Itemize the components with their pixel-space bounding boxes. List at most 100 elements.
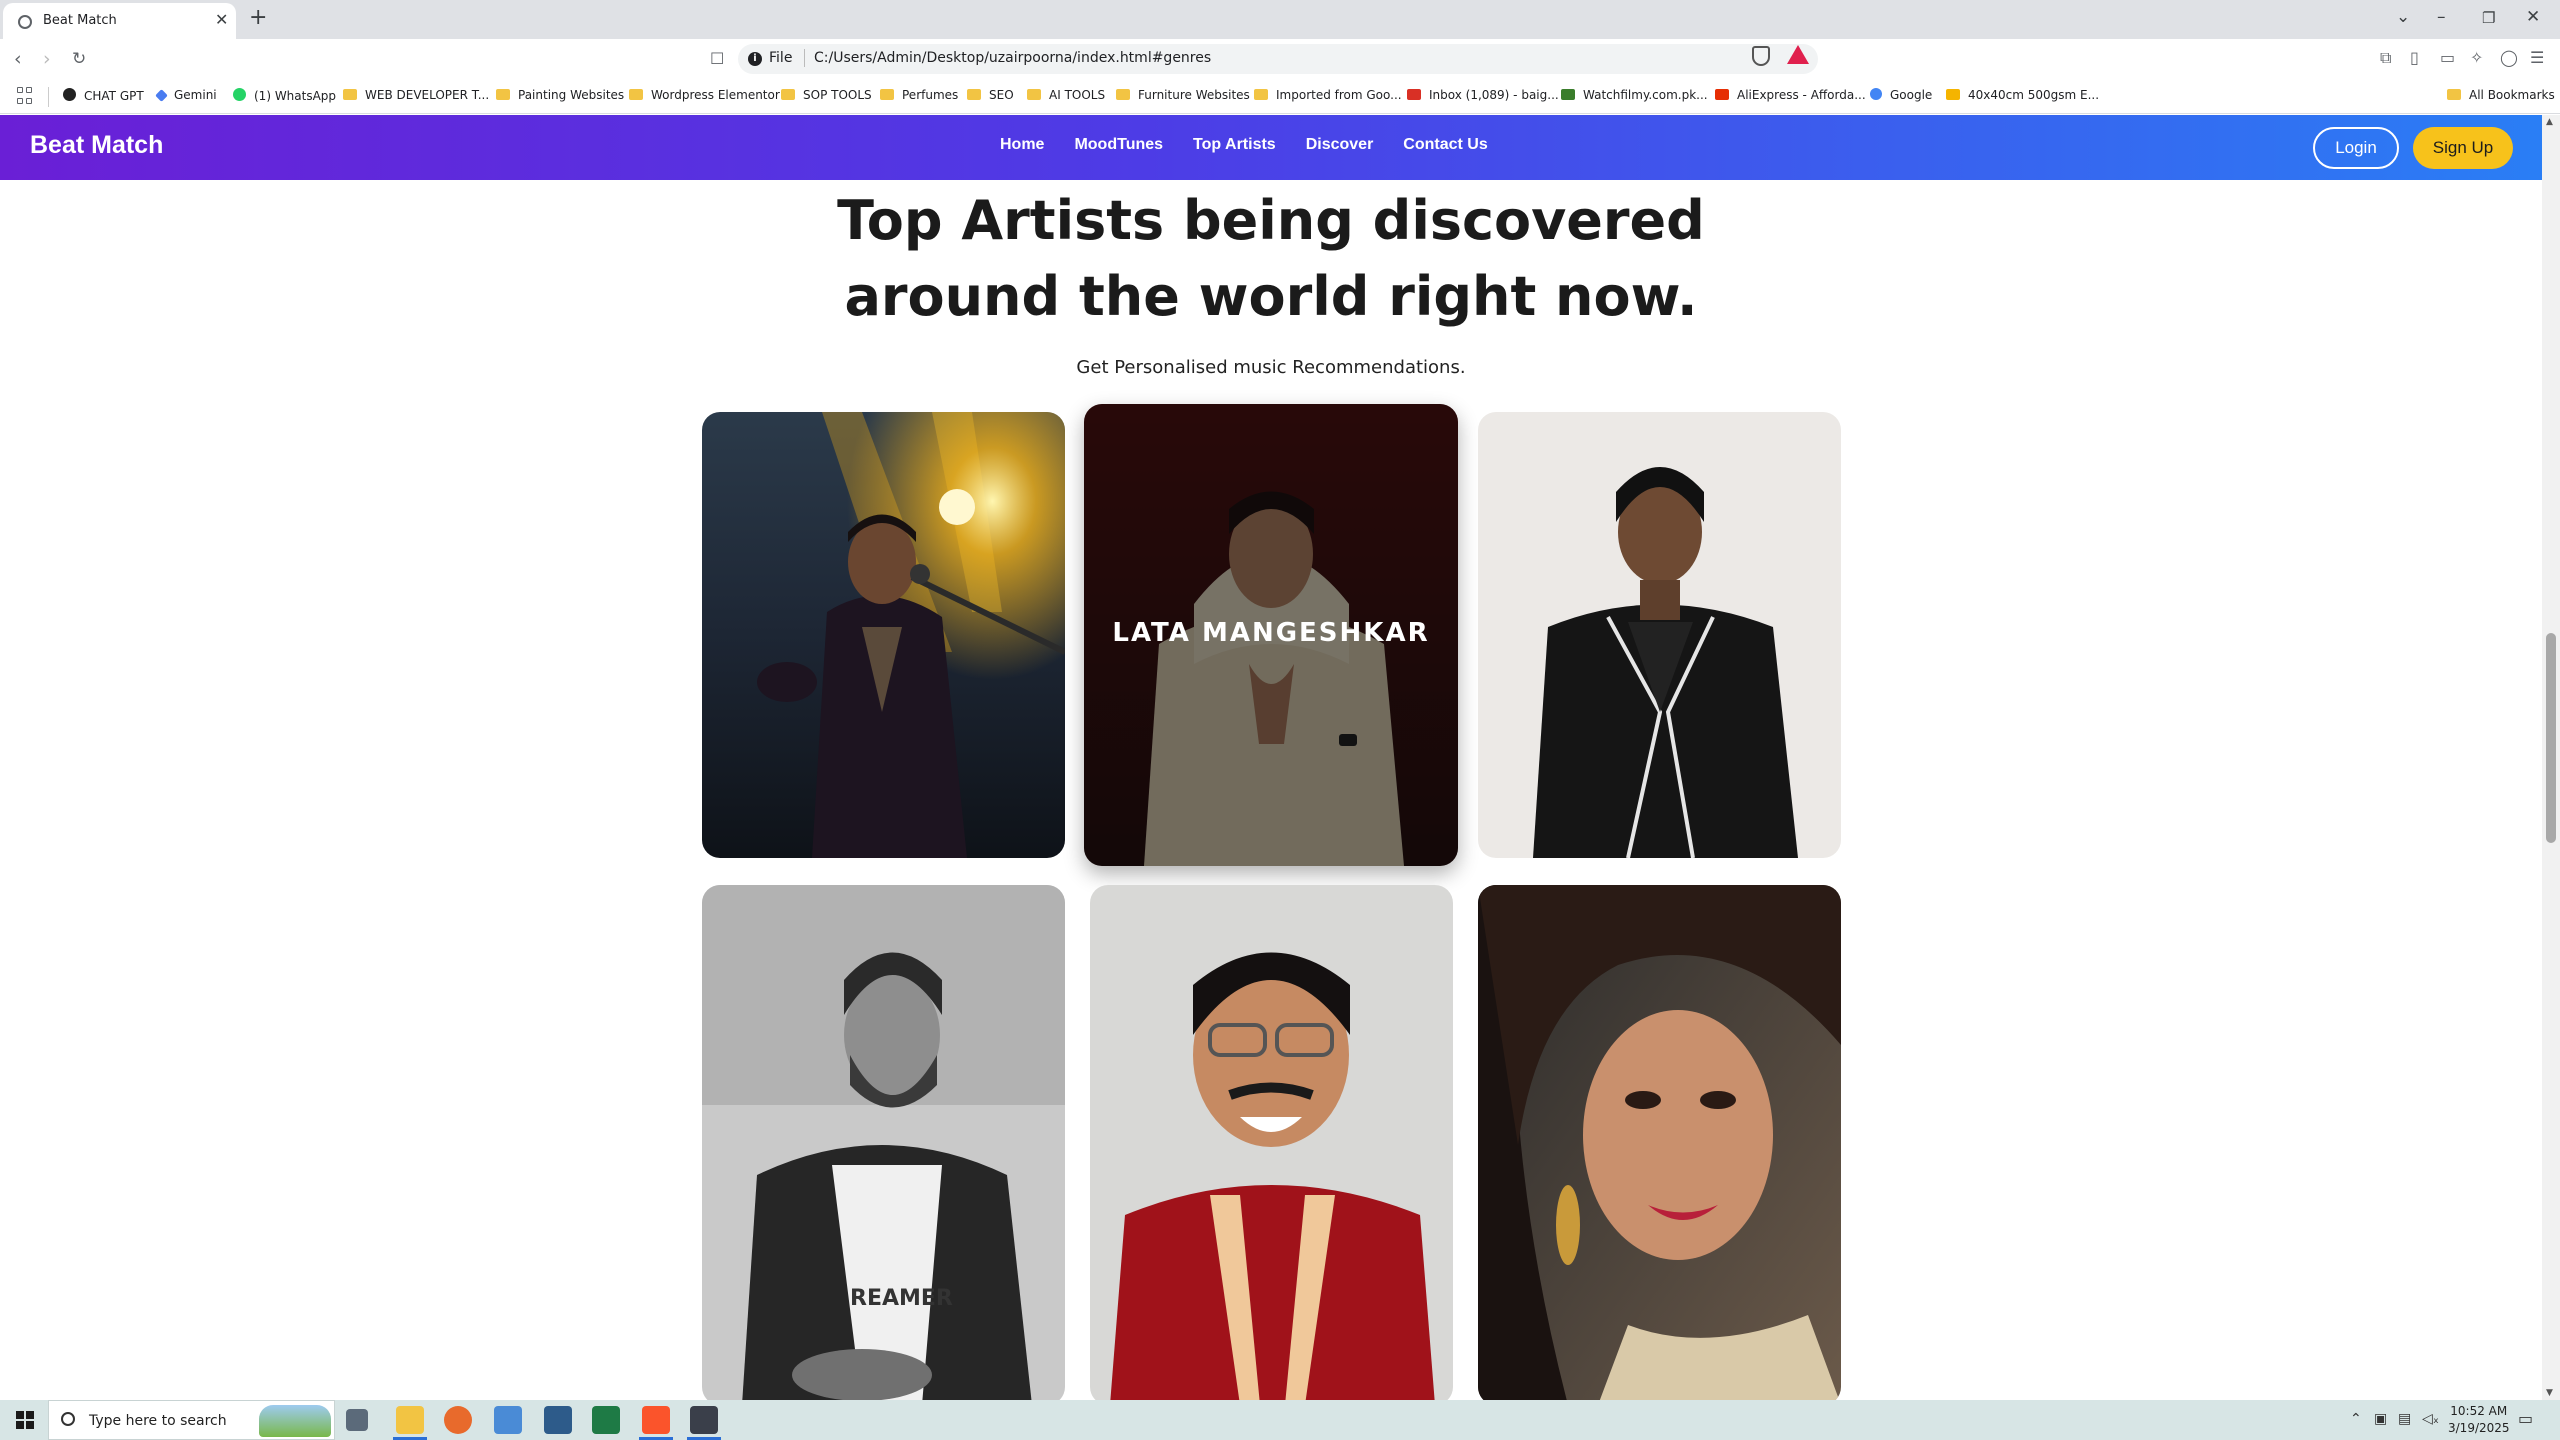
url-text[interactable]: C:/Users/Admin/Desktop/uzairpoorna/index… [806,50,1211,66]
section-subheading: Get Personalised music Recommendations. [1076,357,1466,378]
wallet-icon[interactable]: ▭ [2440,48,2455,67]
tab-search-chevron-icon[interactable]: ⌄ [2396,7,2410,27]
nav-home[interactable]: Home [1000,136,1044,154]
bookmark-folder[interactable]: Furniture Websites [1116,88,1250,102]
restore-button[interactable]: ❐ [2482,9,2495,27]
apps-grid-icon[interactable] [17,87,35,105]
scroll-up-arrow-icon[interactable]: ▲ [2546,117,2553,127]
back-arrow-icon[interactable]: ‹ [14,48,22,70]
vpn-icon[interactable]: ◯ [2500,48,2518,67]
bookmark-item[interactable]: 40x40cm 500gsm E... [1946,88,2099,102]
bookmark-folder[interactable]: Painting Websites [496,88,624,102]
task-view-icon[interactable] [346,1409,368,1431]
shop-icon [1946,89,1960,100]
app-icon[interactable] [690,1406,718,1434]
folder-icon [1116,89,1130,100]
system-clock[interactable]: 10:52 AM 3/19/2025 [2448,1403,2510,1437]
scrollbar-thumb[interactable] [2546,633,2556,843]
extensions-icon[interactable]: ⧉ [2380,48,2391,68]
address-divider [804,49,805,67]
sidebar-icon[interactable]: ▯ [2410,48,2419,67]
bookmark-item[interactable]: Inbox (1,089) - baig... [1407,88,1559,102]
close-tab-icon[interactable]: ✕ [215,10,228,29]
info-icon[interactable]: i [748,52,762,66]
all-bookmarks-folder[interactable]: All Bookmarks [2447,88,2555,102]
clock-time: 10:52 AM [2450,1404,2508,1418]
bookmark-item[interactable]: CHAT GPT [63,88,144,103]
close-window-button[interactable]: ✕ [2526,7,2540,27]
page-scrollbar[interactable]: ▲ ▼ [2542,115,2560,1400]
nav-top-artists[interactable]: Top Artists [1193,136,1276,154]
artist-card[interactable] [1478,412,1841,858]
signup-button[interactable]: Sign Up [2413,127,2513,169]
search-icon [61,1412,75,1426]
brave-rewards-icon[interactable] [1787,45,1809,64]
nav-discover[interactable]: Discover [1306,136,1374,154]
search-highlight-image [259,1405,331,1437]
new-tab-button[interactable]: + [249,5,267,30]
excel-icon[interactable] [592,1406,620,1434]
folder-icon [343,89,357,100]
calculator-icon[interactable] [544,1406,572,1434]
brave-browser-icon[interactable] [642,1406,670,1434]
login-button[interactable]: Login [2313,127,2399,169]
artist-photo-woman-portrait [1478,885,1841,1400]
menu-icon[interactable]: ☰ [2530,48,2544,67]
heading-line-2: around the world right now. [844,265,1698,328]
artist-photo-bw-portrait: REAMER [702,885,1065,1400]
folder-icon [880,89,894,100]
windows-taskbar: Type here to search ⌃ ▣ ▤ ◁ₓ 10:52 AM 3/… [0,1400,2560,1440]
taskbar-search-box[interactable]: Type here to search [48,1400,335,1440]
bookmark-item[interactable]: Gemini [155,88,217,102]
site-logo[interactable]: Beat Match [30,131,163,160]
bookmark-folder[interactable]: Imported from Goo... [1254,88,1402,102]
folder-icon [2447,89,2461,100]
bookmark-item[interactable]: AliExpress - Afforda... [1715,88,1866,102]
reload-icon[interactable]: ↻ [72,49,86,69]
svg-text:REAMER: REAMER [850,1286,953,1311]
bookmark-folder[interactable]: AI TOOLS [1027,88,1105,102]
bookmark-item[interactable]: (1) WhatsApp [233,88,336,103]
artist-card[interactable] [1090,885,1453,1400]
openai-icon [63,88,76,101]
minimize-button[interactable]: – [2437,7,2446,27]
artist-card[interactable] [702,412,1065,858]
bookmark-item[interactable]: Google [1870,88,1932,102]
nav-moodtunes[interactable]: MoodTunes [1074,136,1163,154]
tray-usb-icon[interactable]: ▣ [2374,1411,2387,1427]
bookmark-item[interactable]: Watchfilmy.com.pk... [1561,88,1708,102]
google-icon [1870,88,1882,100]
app-icon[interactable] [494,1406,522,1434]
file-explorer-icon[interactable] [396,1406,424,1434]
artist-card[interactable]: REAMER [702,885,1065,1400]
notifications-icon[interactable]: ▭ [2518,1409,2533,1428]
bookmark-folder[interactable]: WEB DEVELOPER T... [343,88,489,102]
scroll-down-arrow-icon[interactable]: ▼ [2546,1388,2553,1398]
address-bar[interactable]: i File C:/Users/Admin/Desktop/uzairpoorn… [738,44,1818,74]
tray-chevron-icon[interactable]: ⌃ [2350,1411,2362,1427]
network-icon[interactable]: ▤ [2398,1411,2411,1427]
bookmarks-divider [48,87,49,107]
folder-icon [967,89,981,100]
bookmark-folder[interactable]: SOP TOOLS [781,88,872,102]
firefox-icon[interactable] [444,1406,472,1434]
windows-start-icon[interactable] [16,1411,34,1429]
nav-contact-us[interactable]: Contact Us [1403,136,1487,154]
clock-date: 3/19/2025 [2448,1421,2510,1435]
artist-card-hovered[interactable]: LATA MANGESHKAR [1084,404,1458,866]
leo-ai-icon[interactable]: ✧ [2470,48,2483,67]
bookmark-icon[interactable]: ☐ [710,49,724,68]
brave-shield-icon[interactable] [1752,46,1770,66]
watchfilmy-icon [1561,89,1575,100]
browser-tab[interactable]: Beat Match ✕ [3,3,236,39]
folder-icon [1254,89,1268,100]
artist-card[interactable] [1478,885,1841,1400]
bookmarks-bar: CHAT GPT Gemini (1) WhatsApp WEB DEVELOP… [0,80,2560,114]
forward-arrow-icon[interactable]: › [43,48,51,70]
artist-photo-stage-singer [702,412,1065,858]
bookmark-folder[interactable]: Perfumes [880,88,958,102]
bookmark-folder[interactable]: SEO [967,88,1014,102]
folder-icon [629,89,643,100]
bookmark-folder[interactable]: Wordpress Elementor [629,88,780,102]
volume-muted-icon[interactable]: ◁ₓ [2422,1411,2439,1427]
